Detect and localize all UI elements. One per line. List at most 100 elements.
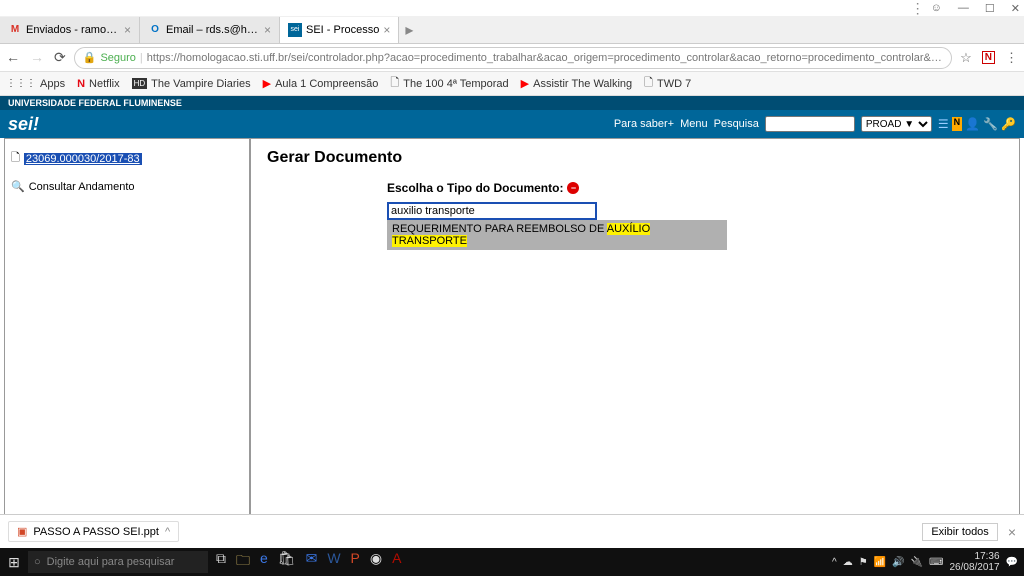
tab-sei[interactable]: sei SEI - Processo × [280,17,399,43]
secure-label: Seguro [100,52,135,64]
maximize-button[interactable]: ☐ [985,2,995,15]
bookmark-netflix[interactable]: NNetflix [77,78,120,90]
explorer-icon[interactable]: 🗀 [236,550,250,574]
outlook-favicon-icon: O [148,23,162,37]
minimize-button[interactable]: — [958,2,969,15]
star-icon[interactable]: ☆ [960,50,972,66]
para-saber-link[interactable]: Para saber+ [614,118,674,130]
url-text: https://homologacao.sti.uff.br/sei/contr… [147,52,943,64]
sei-logo[interactable]: sei! [8,114,39,135]
extension-n-icon[interactable]: N [982,51,995,64]
mail-icon[interactable]: ✉ [306,550,318,574]
toolbar-controle-icon[interactable]: ☰ [938,117,949,131]
close-tab-icon[interactable]: × [264,23,271,37]
more-icon[interactable]: ⋮ [911,0,925,17]
choose-type-label: Escolha o Tipo do Documento: − [387,181,1003,195]
consultar-label: Consultar Andamento [29,181,135,193]
bookmark-the100[interactable]: 🗋The 100 4ª Temporad [390,74,508,93]
tray-up-icon[interactable]: ^ [832,557,837,568]
close-tab-icon[interactable]: × [124,23,131,37]
chrome-icon[interactable]: ◉ [370,550,382,574]
netflix-icon: N [77,78,85,90]
taskbar: ⊞ ○ Digite aqui para pesquisar ⧉ 🗀 e 🛍 ✉… [0,548,1024,576]
tab-label: SEI - Processo [306,24,379,36]
time: 17:36 [949,551,999,562]
tab-label: Email – rds.s@hotmail.co [166,24,260,36]
acrobat-icon[interactable]: A [392,550,401,574]
language-icon[interactable]: ⌨ [929,557,943,568]
edge-icon[interactable]: e [260,550,268,574]
store-icon[interactable]: 🛍 [278,550,296,574]
notifications-icon[interactable]: 💬 [1006,557,1018,568]
address-bar[interactable]: 🔒 Seguro | https://homologacao.sti.uff.b… [74,47,952,69]
date: 26/08/2017 [949,562,999,573]
bookmark-vampire[interactable]: HDThe Vampire Diaries [132,78,251,90]
bookmark-label: Aula 1 Compreensão [275,78,378,90]
user-icon[interactable]: ☺ [931,2,942,15]
start-button[interactable]: ⊞ [0,554,28,571]
page-title: Gerar Documento [267,149,1003,167]
wifi-icon[interactable]: 📶 [874,557,886,568]
new-tab-button[interactable]: ▸ [399,20,419,40]
process-number[interactable]: 23069.000030/2017-83 [24,153,142,165]
menu-link[interactable]: Menu [680,118,708,130]
document-type-option[interactable]: REQUERIMENTO PARA REEMBOLSO DE AUXÍLIO T… [387,220,727,250]
sei-header: UNIVERSIDADE FEDERAL FLUMINENSE sei! Par… [0,96,1024,138]
taskbar-search[interactable]: ○ Digite aqui para pesquisar [28,551,208,573]
download-item[interactable]: ▣ PASSO A PASSO SEI.ppt ^ [8,521,179,542]
close-button[interactable]: ✕ [1011,2,1020,15]
bookmark-twd7[interactable]: 🗋TWD 7 [644,74,691,93]
bookmark-twd[interactable]: ▶Assistir The Walking [521,77,633,90]
clock[interactable]: 17:36 26/08/2017 [949,551,999,573]
content-pane: Gerar Documento Escolha o Tipo do Docume… [251,139,1019,515]
show-all-downloads[interactable]: Exibir todos [922,523,997,541]
collapse-icon[interactable]: − [567,182,579,194]
apps-label: Apps [40,78,65,90]
reload-button[interactable]: ⟳ [54,49,66,66]
toolbar-novidades-icon[interactable]: N [952,117,963,131]
back-button[interactable]: ← [6,49,20,66]
tab-outlook[interactable]: O Email – rds.s@hotmail.co × [140,17,280,43]
bookmark-label: The Vampire Diaries [151,78,250,90]
chevron-up-icon[interactable]: ^ [165,526,170,538]
page-icon: 🗋 [644,74,653,93]
toolbar-sair-icon[interactable]: 🔑 [1001,117,1016,131]
word-icon[interactable]: W [327,550,340,574]
consultar-andamento[interactable]: 🔍 Consultar Andamento [11,178,243,195]
task-view-icon[interactable]: ⧉ [216,550,226,574]
lock-icon: 🔒 [83,51,97,64]
bookmark-aula[interactable]: ▶ Aula 1 Compreensão [263,77,379,90]
bookmarks-bar: ⋮⋮⋮Apps NNetflix HDThe Vampire Diaries ▶… [0,72,1024,96]
menu-icon[interactable]: ⋮ [1005,50,1018,66]
youtube-icon: ▶ [263,77,271,90]
toolbar-config-icon[interactable]: 🔧 [983,117,998,131]
close-downloads-bar[interactable]: × [1008,524,1016,540]
toolbar-usuario-icon[interactable]: 👤 [965,117,980,131]
sei-favicon-icon: sei [288,23,302,37]
choose-label-text: Escolha o Tipo do Documento: [387,181,563,195]
gmail-favicon-icon: M [8,23,22,37]
magnify-icon: 🔍 [11,180,25,193]
taskbar-search-placeholder: Digite aqui para pesquisar [47,556,175,568]
address-bar-row: ← → ⟳ 🔒 Seguro | https://homologacao.sti… [0,44,1024,72]
pesquisa-label: Pesquisa [714,118,759,130]
download-filename: PASSO A PASSO SEI.ppt [33,526,159,538]
battery-icon[interactable]: 🔌 [911,557,923,568]
play-icon: ▶ [521,77,529,90]
forward-button[interactable]: → [30,49,44,66]
apps-button[interactable]: ⋮⋮⋮Apps [6,78,65,90]
volume-icon[interactable]: 🔊 [892,557,904,568]
tab-gmail[interactable]: M Enviados - ramonsantos × [0,17,140,43]
unit-select[interactable]: PROAD ▼ [861,116,932,132]
search-input[interactable] [765,116,855,132]
powerpoint-icon[interactable]: P [351,550,360,574]
document-type-filter[interactable] [387,202,597,220]
highlight-transporte: TRANSPORTE [392,235,467,247]
close-tab-icon[interactable]: × [383,23,390,37]
ppt-icon: ▣ [17,525,27,538]
process-row[interactable]: 🗋 23069.000030/2017-83 [11,147,243,170]
security-icon[interactable]: ⚑ [859,557,868,568]
downloads-bar: ▣ PASSO A PASSO SEI.ppt ^ Exibir todos × [0,514,1024,548]
browser-tabs: M Enviados - ramonsantos × O Email – rds… [0,16,1024,44]
onedrive-icon[interactable]: ☁ [843,557,853,568]
